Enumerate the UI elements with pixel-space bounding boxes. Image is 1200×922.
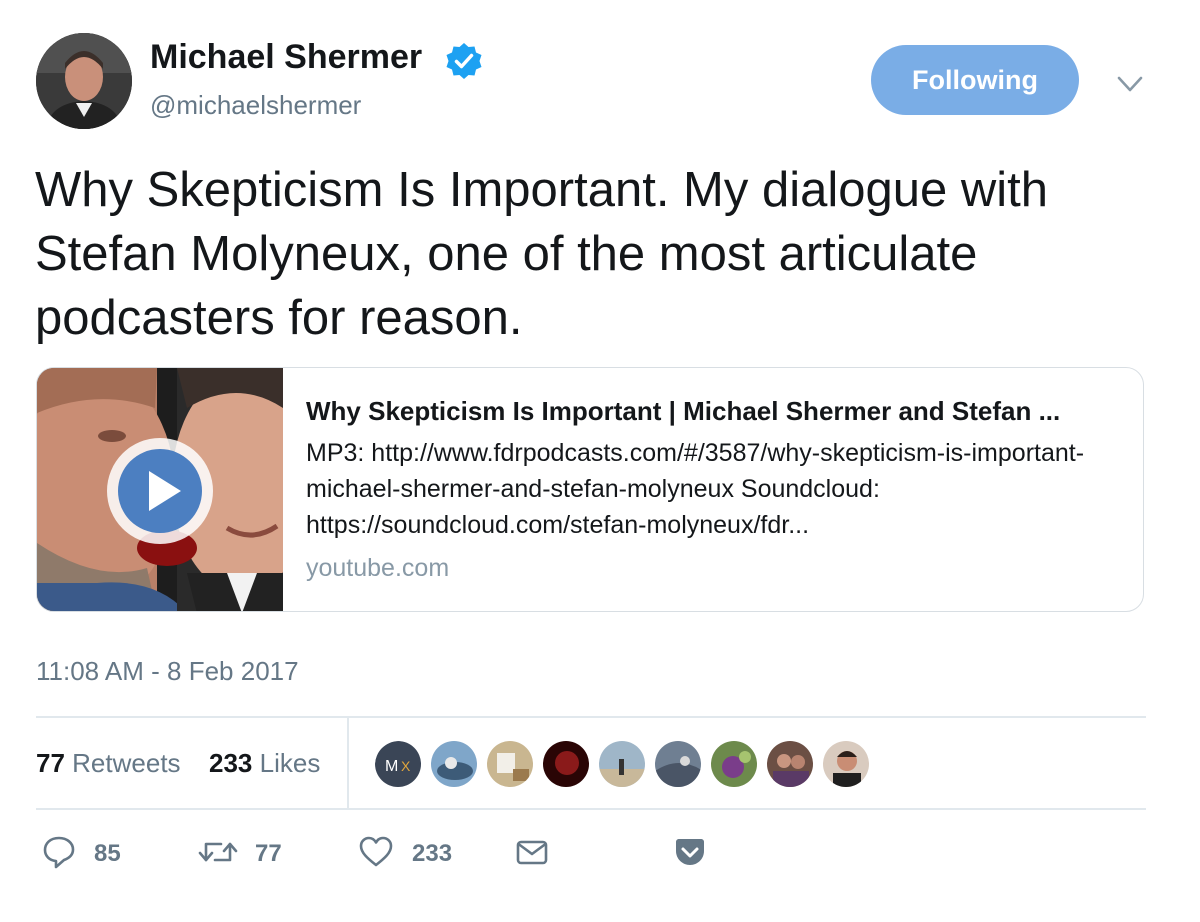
liker-avatar-8[interactable] [766, 740, 814, 788]
play-button-icon[interactable] [105, 436, 215, 546]
svg-text:X: X [401, 758, 411, 774]
card-thumbnail[interactable] [37, 368, 283, 611]
author-handle[interactable]: @michaelshermer [150, 90, 361, 121]
liker-avatar-6[interactable] [654, 740, 702, 788]
card-title[interactable]: Why Skepticism Is Important | Michael Sh… [306, 396, 1136, 427]
retweet-icon[interactable] [197, 834, 239, 870]
envelope-icon[interactable] [514, 834, 550, 870]
retweet-count: 77 [255, 840, 282, 867]
chevron-down-icon[interactable] [1110, 66, 1150, 102]
card-description: MP3: http://www.fdrpodcasts.com/#/3587/w… [306, 439, 1085, 539]
heart-icon[interactable] [358, 834, 394, 870]
retweets-stat[interactable]: 77 Retweets [36, 748, 181, 779]
verified-badge-icon [446, 43, 482, 79]
retweets-count: 77 [36, 748, 65, 778]
like-count: 233 [412, 840, 453, 867]
card-domain: youtube.com [306, 554, 450, 582]
likes-count: 233 [209, 748, 253, 778]
author-display-name[interactable]: Michael Shermer [150, 38, 422, 77]
profile-photo [36, 33, 132, 129]
divider [347, 717, 349, 809]
divider [36, 808, 1146, 810]
following-button[interactable]: Following [871, 45, 1079, 115]
liker-avatar-5[interactable] [598, 740, 646, 788]
likes-label: Likes [259, 748, 321, 778]
liker-avatar-9[interactable] [822, 740, 870, 788]
liker-avatar-7[interactable] [710, 740, 758, 788]
reply-icon[interactable] [42, 834, 76, 870]
likes-stat[interactable]: 233 Likes [209, 748, 320, 779]
liker-avatar-4[interactable] [542, 740, 590, 788]
svg-text:M: M [385, 758, 398, 775]
author-avatar[interactable] [36, 33, 132, 129]
liker-avatar-3[interactable] [486, 740, 534, 788]
divider [36, 716, 1146, 718]
liker-avatar-2[interactable] [430, 740, 478, 788]
pocket-icon[interactable] [672, 834, 708, 870]
reply-count: 85 [94, 840, 121, 867]
liker-avatar-1[interactable]: M X [374, 740, 422, 788]
tweet-timestamp[interactable]: 11:08 AM - 8 Feb 2017 [36, 656, 299, 687]
link-card[interactable]: Why Skepticism Is Important | Michael Sh… [36, 367, 1144, 612]
tweet-text: Why Skepticism Is Important. My dialogue… [35, 163, 1049, 345]
retweets-label: Retweets [72, 748, 181, 778]
